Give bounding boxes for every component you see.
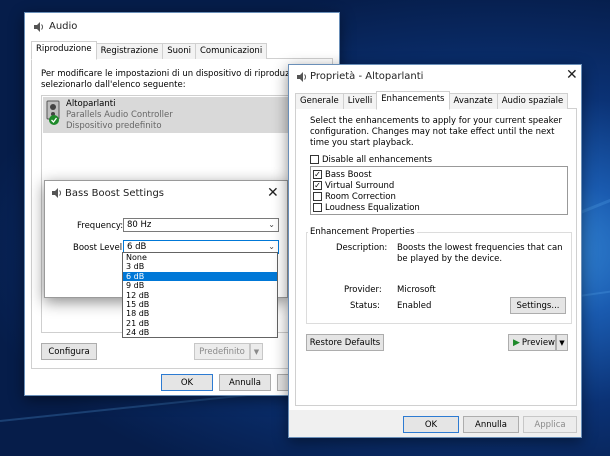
properties-applica-button[interactable]: Applica bbox=[523, 416, 577, 433]
chevron-down-icon: ⌄ bbox=[268, 220, 275, 229]
device-row-altoparlanti[interactable]: Altoparlanti Parallels Audio Controller … bbox=[43, 97, 327, 133]
audio-titlebar: Audio bbox=[25, 13, 339, 41]
enhancement-label: Virtual Surround bbox=[325, 180, 395, 191]
boost-option[interactable]: None bbox=[123, 253, 277, 262]
checkbox-box: ✓ bbox=[313, 169, 322, 179]
play-icon: ▶ bbox=[513, 337, 520, 348]
restore-defaults-button[interactable]: Restore Defaults bbox=[306, 334, 384, 351]
tab-livelli[interactable]: Livelli bbox=[342, 93, 378, 109]
enhancements-list: ✓ Bass Boost ✓ Virtual Surround Room Cor… bbox=[310, 166, 568, 215]
tab-suoni[interactable]: Suoni bbox=[162, 43, 196, 59]
properties-ok-button[interactable]: OK bbox=[403, 416, 459, 433]
enhancement-bass-boost[interactable]: ✓ Bass Boost bbox=[313, 169, 565, 180]
properties-annulla-button[interactable]: Annulla bbox=[463, 416, 519, 433]
speaker-icon bbox=[33, 21, 45, 33]
properties-titlebar: Proprietà - Altoparlanti ✕ bbox=[289, 65, 581, 87]
enhancements-intro: Select the enhancements to apply for you… bbox=[310, 116, 562, 148]
frequency-select[interactable]: 80 Hz ⌄ bbox=[123, 218, 279, 232]
settings-button[interactable]: Settings... bbox=[510, 297, 566, 314]
properties-tabs: Generale Livelli Enhancements Avanzate A… bbox=[295, 91, 577, 110]
enhancement-virtual-surround[interactable]: ✓ Virtual Surround bbox=[313, 180, 565, 191]
enhancement-properties-title: Enhancement Properties bbox=[308, 227, 417, 237]
properties-window: Proprietà - Altoparlanti ✕ Generale Live… bbox=[288, 64, 582, 438]
boost-level-label: Boost Level: bbox=[73, 243, 125, 253]
speaker-icon bbox=[51, 187, 63, 199]
preview-dropdown-button[interactable]: ▼ bbox=[556, 334, 568, 351]
provider-value: Microsoft bbox=[397, 285, 436, 295]
checkbox-box bbox=[313, 203, 322, 212]
boost-option[interactable]: 9 dB bbox=[123, 281, 277, 290]
enhancement-label: Bass Boost bbox=[325, 169, 372, 180]
disable-all-label: Disable all enhancements bbox=[322, 154, 433, 165]
provider-label: Provider: bbox=[344, 285, 382, 295]
properties-title: Proprietà - Altoparlanti bbox=[310, 71, 424, 82]
description-label: Description: bbox=[336, 243, 388, 253]
boost-option[interactable]: 24 dB bbox=[123, 328, 277, 337]
enhancement-loudness-equalization[interactable]: Loudness Equalization bbox=[313, 202, 565, 213]
description-text: Boosts the lowest frequencies that can b… bbox=[397, 243, 563, 264]
enhancement-room-correction[interactable]: Room Correction bbox=[313, 191, 565, 202]
device-name: Altoparlanti bbox=[66, 99, 116, 109]
enhancements-panel: Select the enhancements to apply for you… bbox=[295, 109, 577, 406]
status-value: Enabled bbox=[397, 301, 432, 311]
enhancement-label: Room Correction bbox=[325, 191, 396, 202]
tab-registrazione[interactable]: Registrazione bbox=[95, 43, 164, 59]
close-icon[interactable]: ✕ bbox=[267, 186, 279, 200]
boost-option[interactable]: 21 dB bbox=[123, 319, 277, 328]
preview-label: Preview bbox=[521, 337, 556, 348]
device-driver: Parallels Audio Controller bbox=[66, 110, 173, 120]
disable-all-checkbox[interactable]: Disable all enhancements bbox=[310, 154, 432, 165]
bass-titlebar: Bass Boost Settings ✕ bbox=[45, 181, 287, 205]
speaker-device-icon bbox=[46, 100, 62, 126]
boost-option[interactable]: 15 dB bbox=[123, 300, 277, 309]
boost-option[interactable]: 18 dB bbox=[123, 309, 277, 318]
tab-enhancements[interactable]: Enhancements bbox=[376, 91, 450, 110]
boost-option[interactable]: 3 dB bbox=[123, 262, 277, 271]
frequency-label: Frequency: bbox=[77, 221, 124, 231]
frequency-value: 80 Hz bbox=[127, 220, 152, 230]
checkbox-box: ✓ bbox=[313, 180, 322, 190]
boost-level-dropdown: None 3 dB 6 dB 9 dB 12 dB 15 dB 18 dB 21… bbox=[122, 252, 278, 338]
chevron-down-icon: ▼ bbox=[559, 338, 565, 347]
bass-title: Bass Boost Settings bbox=[65, 188, 165, 199]
audio-title: Audio bbox=[49, 21, 78, 32]
tab-avanzate[interactable]: Avanzate bbox=[448, 93, 498, 109]
audio-ok-button[interactable]: OK bbox=[161, 374, 213, 391]
status-label: Status: bbox=[350, 301, 380, 311]
boost-option-selected[interactable]: 6 dB bbox=[123, 271, 277, 282]
tab-generale[interactable]: Generale bbox=[295, 93, 344, 109]
predefinito-dropdown-button[interactable]: ▼ bbox=[250, 343, 263, 360]
predefinito-button[interactable]: Predefinito bbox=[194, 343, 250, 360]
tab-comunicazioni[interactable]: Comunicazioni bbox=[194, 43, 268, 59]
configura-button[interactable]: Configura bbox=[41, 343, 97, 360]
audio-annulla-button[interactable]: Annulla bbox=[219, 374, 271, 391]
preview-button[interactable]: ▶ Preview bbox=[508, 334, 556, 351]
speaker-icon bbox=[296, 71, 308, 83]
checkbox-box bbox=[313, 192, 322, 201]
device-status: Dispositivo predefinito bbox=[66, 121, 162, 131]
tab-audio-spaziale[interactable]: Audio spaziale bbox=[496, 93, 569, 109]
boost-level-value: 6 dB bbox=[127, 242, 147, 252]
chevron-down-icon: ▼ bbox=[253, 347, 260, 356]
tab-riproduzione[interactable]: Riproduzione bbox=[31, 41, 97, 60]
boost-option[interactable]: 12 dB bbox=[123, 291, 277, 300]
close-icon[interactable]: ✕ bbox=[566, 68, 578, 82]
audio-tabs: Riproduzione Registrazione Suoni Comunic… bbox=[31, 41, 333, 60]
enhancement-label: Loudness Equalization bbox=[325, 202, 420, 213]
checkbox-box bbox=[310, 155, 319, 164]
